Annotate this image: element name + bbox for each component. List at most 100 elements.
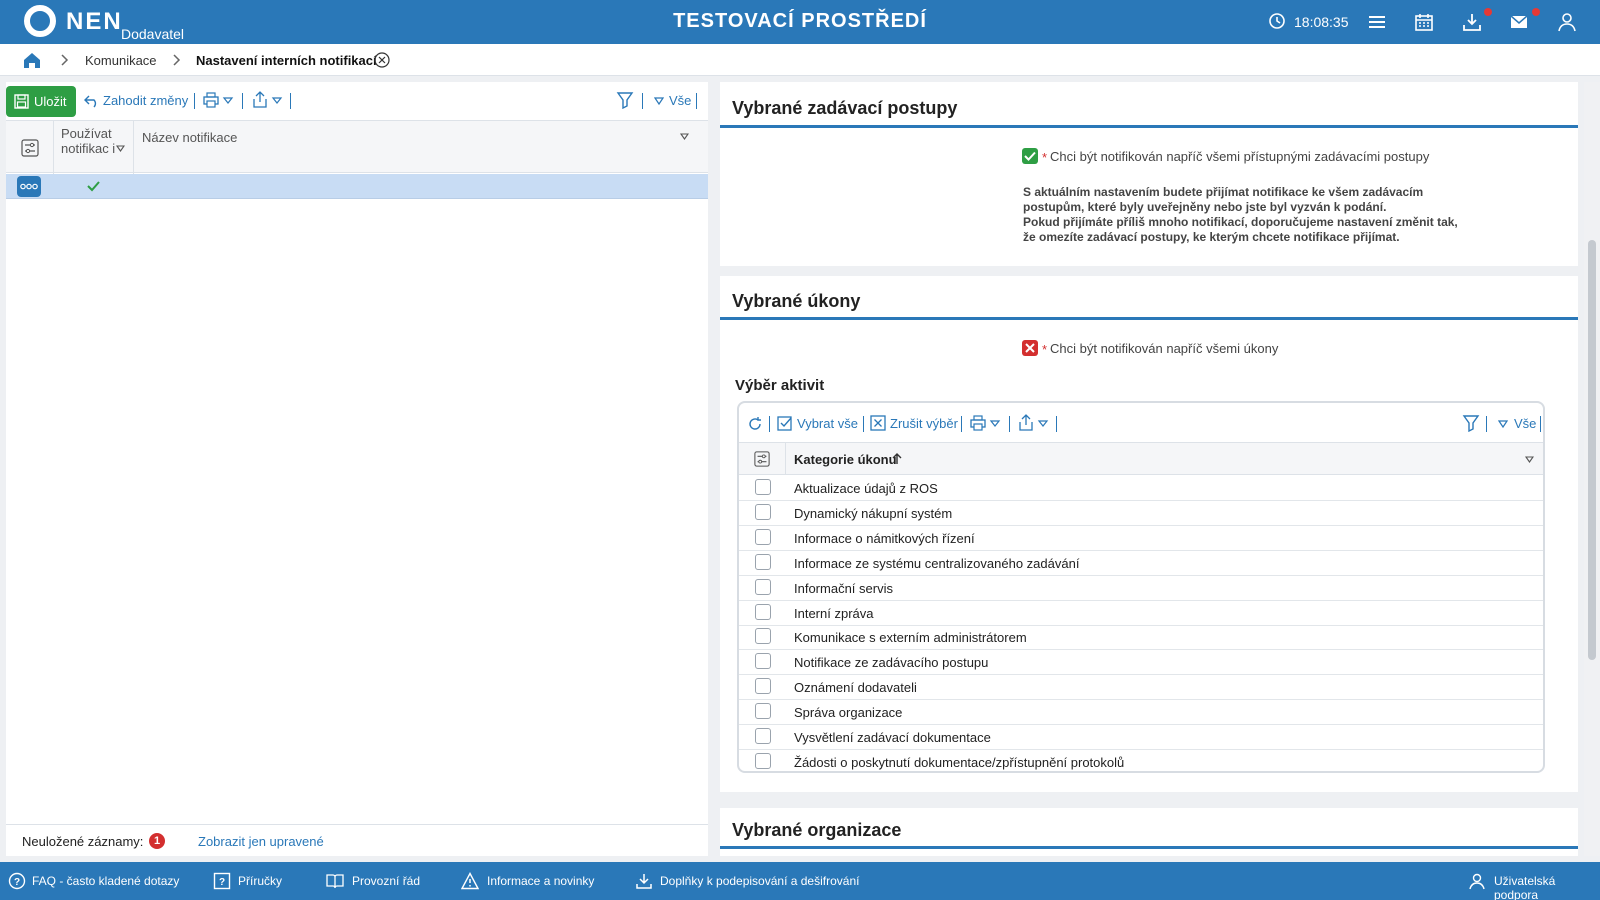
table-row[interactable]: Správa organizace [739, 700, 1543, 726]
toolbar-separator [769, 416, 770, 432]
column-filter-icon[interactable] [116, 144, 125, 153]
save-button[interactable]: Uložit [6, 86, 76, 117]
table-row[interactable]: Aktualizace údajů z ROS [739, 476, 1543, 501]
activity-label: Oznámení dodavateli [794, 680, 917, 696]
all-procedures-checkbox[interactable] [1022, 148, 1038, 164]
grid-header: Kategorie úkonu [739, 442, 1543, 475]
save-icon [14, 94, 29, 109]
filter-icon[interactable] [616, 91, 634, 109]
filter-all-label[interactable]: Vše [1514, 416, 1536, 431]
toolbar-separator [194, 93, 195, 109]
footer-link-faq[interactable]: FAQ - často kladené dotazy [32, 874, 179, 888]
info-text: S aktuálním nastavením budete přijímat n… [1023, 185, 1458, 245]
table-row[interactable]: Informace ze systému centralizovaného za… [739, 551, 1543, 576]
export-icon[interactable] [252, 91, 284, 108]
table-row[interactable] [6, 174, 708, 199]
column-header-category[interactable]: Kategorie úkonu [794, 452, 897, 467]
unsaved-count-badge: 1 [149, 833, 165, 849]
export-icon[interactable] [1018, 414, 1050, 431]
select-all-button[interactable]: Vybrat vše [797, 416, 858, 431]
footer-link-news[interactable]: Informace a novinky [487, 874, 594, 888]
activity-label: Informace ze systému centralizovaného za… [794, 555, 1080, 571]
section-underline [720, 317, 1578, 320]
print-icon[interactable] [970, 415, 1002, 431]
user-icon[interactable] [1556, 11, 1578, 33]
toolbar-separator [696, 93, 697, 109]
home-icon[interactable] [22, 50, 42, 70]
table-row[interactable]: Notifikace ze zadávacího postupu [739, 650, 1543, 676]
table-row[interactable]: Komunikace s externím administrátorem [739, 625, 1543, 651]
column-settings-icon[interactable] [21, 139, 39, 157]
filter-dropdown-icon[interactable] [1498, 419, 1508, 429]
column-header-name[interactable]: Název notifikace [142, 130, 237, 145]
row-checkbox[interactable] [755, 653, 771, 670]
table-row[interactable]: Vysvětlení zadávací dokumentace [739, 725, 1543, 750]
row-checkbox[interactable] [755, 752, 771, 769]
activities-subtitle: Výběr aktivit [735, 377, 825, 394]
column-filter-icon[interactable] [1525, 455, 1534, 464]
table-row[interactable]: Informační servis [739, 576, 1543, 601]
discard-changes-button[interactable]: Zahodit změny [103, 93, 188, 108]
toolbar-separator [961, 416, 962, 432]
nen-logo-icon[interactable] [24, 5, 56, 37]
all-procedures-label[interactable]: Chci být notifikován napříč všemi přístu… [1050, 149, 1429, 164]
footer-link-addons[interactable]: Doplňky k podepisování a dešifrování [660, 874, 859, 888]
row-actions-button[interactable] [17, 176, 41, 197]
row-checkbox[interactable] [755, 553, 771, 570]
activity-label: Informační servis [794, 580, 893, 596]
filter-icon[interactable] [1462, 414, 1480, 432]
column-divider [133, 121, 134, 174]
footer-link-support[interactable]: Uživatelská podpora [1494, 874, 1600, 900]
save-button-label: Uložit [34, 94, 67, 109]
filter-dropdown-icon[interactable] [654, 96, 664, 106]
section-orgs: Vybrané organizace [720, 808, 1578, 856]
column-settings-icon[interactable] [754, 451, 770, 467]
column-header-use[interactable]: Používat notifikac i [61, 126, 121, 156]
toolbar-separator [1540, 416, 1541, 432]
all-acts-label[interactable]: Chci být notifikován napříč všemi úkony [1050, 341, 1278, 356]
print-icon[interactable] [203, 92, 235, 108]
refresh-icon[interactable] [747, 416, 763, 432]
row-checkbox[interactable] [755, 603, 771, 620]
activity-label: Informace o námitkových řízení [794, 530, 975, 546]
menu-icon[interactable] [1366, 11, 1388, 33]
row-checkbox[interactable] [755, 479, 771, 495]
table-row[interactable]: Dynamický nákupní systém [739, 501, 1543, 526]
filter-all-label[interactable]: Vše [669, 93, 691, 108]
table-row[interactable]: Informace o námitkových řízení [739, 526, 1543, 551]
row-checkbox[interactable] [755, 678, 771, 695]
table-row[interactable]: Interní zpráva [739, 601, 1543, 626]
row-checkbox[interactable] [755, 728, 771, 744]
show-edited-link[interactable]: Zobrazit jen upravené [198, 834, 324, 849]
calendar-icon[interactable] [1413, 11, 1435, 33]
footer-link-rules[interactable]: Provozní řád [352, 874, 420, 888]
breadcrumb-item-komunikace[interactable]: Komunikace [85, 53, 157, 68]
table-row[interactable]: Žádosti o poskytnutí dokumentace/zpřístu… [739, 750, 1543, 775]
row-checkbox[interactable] [755, 628, 771, 645]
activity-label: Komunikace s externím administrátorem [794, 630, 1027, 646]
activity-label: Správa organizace [794, 705, 903, 721]
toolbar-separator [642, 93, 643, 109]
logo-text[interactable]: NEN [66, 8, 123, 36]
row-checkbox[interactable] [755, 578, 771, 595]
scrollbar-thumb[interactable] [1588, 240, 1596, 660]
scrollbar[interactable] [1584, 82, 1600, 856]
download-icon[interactable] [1461, 11, 1483, 33]
table-row[interactable]: Oznámení dodavateli [739, 675, 1543, 701]
detail-scroll-area[interactable]: Vybrané zadávací postupy * Chci být noti… [720, 82, 1578, 856]
sort-ascending-icon[interactable] [891, 452, 903, 465]
row-checkbox[interactable] [755, 503, 771, 520]
row-checkbox[interactable] [755, 528, 771, 545]
toolbar-separator [863, 416, 864, 432]
footer-link-manuals[interactable]: Příručky [238, 874, 282, 888]
all-acts-checkbox[interactable] [1022, 340, 1038, 356]
mail-icon[interactable] [1508, 11, 1530, 33]
close-tab-icon[interactable] [374, 52, 390, 68]
help-circle-icon: ? [8, 872, 26, 890]
column-filter-icon[interactable] [680, 132, 689, 141]
row-checkbox[interactable] [755, 703, 771, 720]
activity-label: Žádosti o poskytnutí dokumentace/zpřístu… [794, 754, 1125, 770]
cancel-selection-button[interactable]: Zrušit výběr [890, 416, 958, 431]
toolbar-separator [1486, 416, 1487, 432]
chevron-right-icon [173, 54, 181, 66]
